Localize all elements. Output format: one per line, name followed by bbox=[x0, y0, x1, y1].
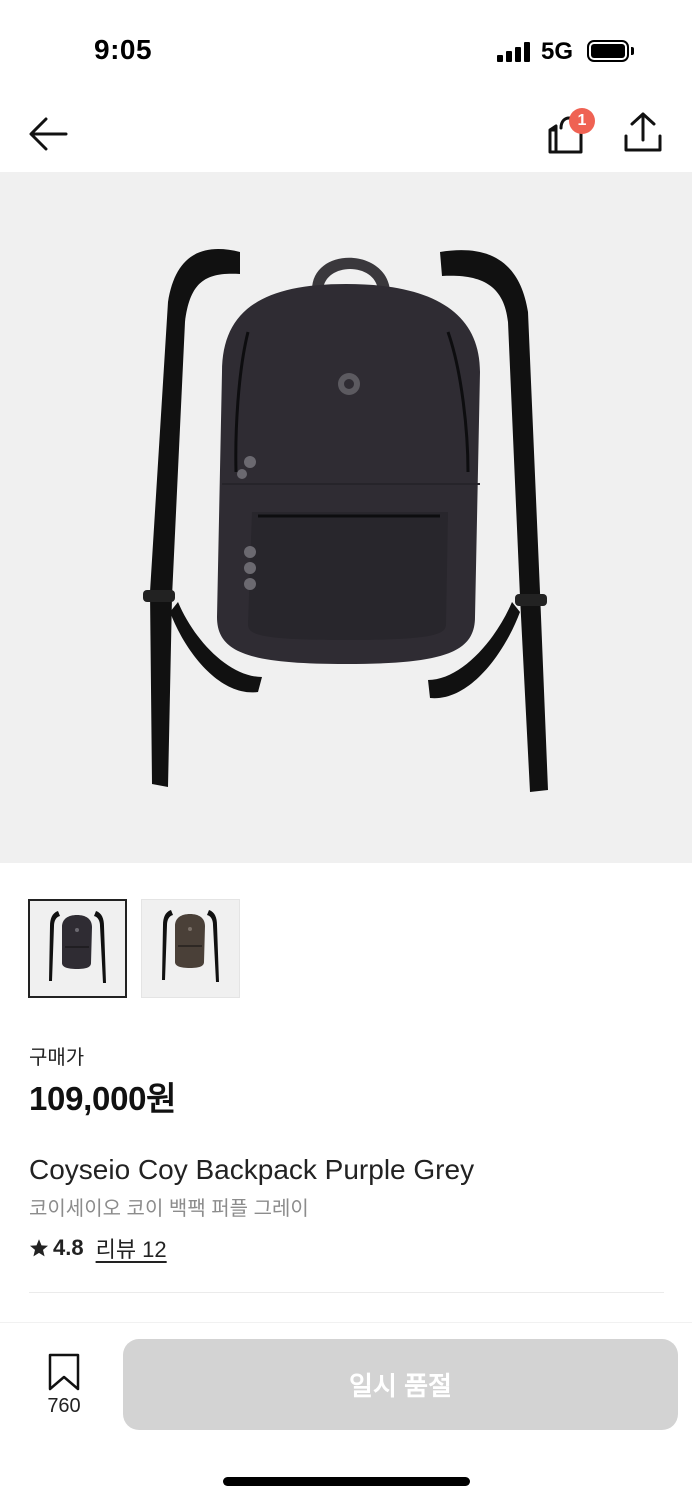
battery-cap bbox=[631, 47, 634, 55]
signal-icon bbox=[497, 42, 530, 62]
backpack-thumbnail-image bbox=[49, 911, 106, 983]
status-bar: 9:05 5G bbox=[0, 0, 692, 96]
nav-header: 1 bbox=[0, 96, 692, 172]
backpack-image bbox=[143, 249, 548, 792]
network-label: 5G bbox=[541, 38, 574, 65]
product-main-image[interactable] bbox=[0, 172, 692, 863]
cart-badge: 1 bbox=[569, 108, 595, 134]
arrow-left-icon bbox=[29, 117, 68, 151]
battery-icon bbox=[587, 40, 629, 62]
bookmark-icon bbox=[48, 1353, 80, 1391]
thumbnail-brown[interactable] bbox=[141, 899, 240, 998]
bottom-action-bar: 760 일시 품절 bbox=[0, 1322, 692, 1500]
back-button[interactable] bbox=[26, 112, 70, 156]
status-time: 9:05 bbox=[94, 34, 153, 65]
share-button[interactable] bbox=[620, 110, 666, 156]
bookmark-count: 760 bbox=[47, 1395, 81, 1417]
thumbnail-list bbox=[28, 899, 240, 998]
backpack-thumbnail-image bbox=[162, 910, 219, 982]
rating-row: 4.8 리뷰 12 bbox=[29, 1232, 167, 1264]
home-indicator bbox=[223, 1477, 470, 1486]
cart-button[interactable]: 1 bbox=[543, 108, 595, 158]
review-link[interactable]: 리뷰 12 bbox=[96, 1232, 167, 1264]
star-icon bbox=[30, 1239, 48, 1257]
product-name: Coyseio Coy Backpack Purple Grey bbox=[29, 1154, 475, 1185]
product-name-korean: 코이세이오 코이 백팩 퍼플 그레이 bbox=[29, 1198, 309, 1220]
price-value: 109,000원 bbox=[29, 1080, 177, 1117]
divider bbox=[29, 1292, 664, 1293]
bookmark-button[interactable]: 760 bbox=[36, 1353, 92, 1418]
rating-value: 4.8 bbox=[53, 1235, 84, 1260]
sold-out-button[interactable]: 일시 품절 bbox=[123, 1339, 678, 1430]
share-upload-icon bbox=[624, 112, 662, 152]
thumbnail-purple-grey[interactable] bbox=[28, 899, 127, 998]
price-label: 구매가 bbox=[29, 1047, 85, 1069]
